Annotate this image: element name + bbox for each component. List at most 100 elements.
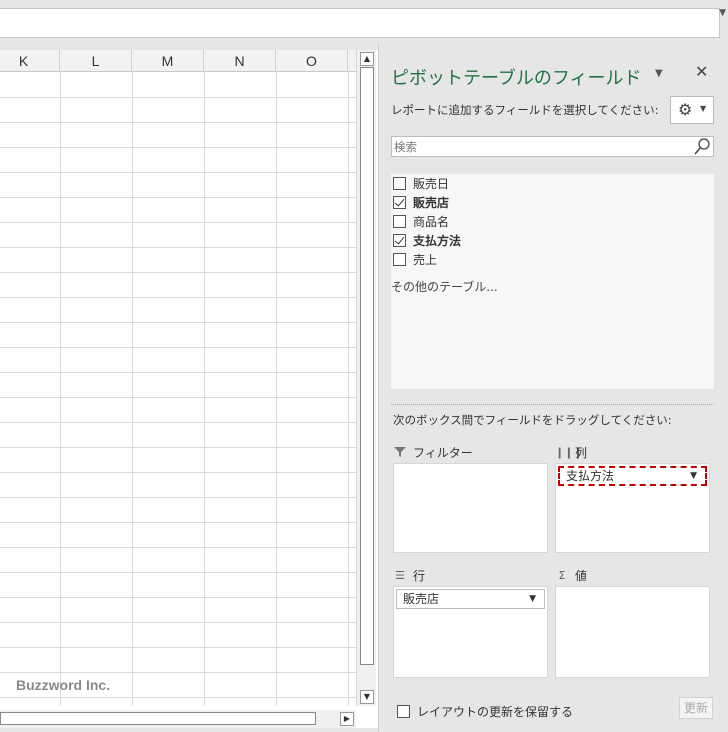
rows-icon: ☰ <box>395 568 405 582</box>
filter-icon <box>394 447 406 457</box>
horizontal-scrollbar[interactable]: ▶ <box>0 710 356 728</box>
pivot-field-pane: ピボットテーブルのフィールド ▼ ✕ レポートに追加するフィールドを選択してくだ… <box>378 42 728 732</box>
field-label: 販売店 <box>413 195 450 210</box>
filter-drop-zone[interactable] <box>393 463 548 553</box>
grid-line <box>0 172 356 173</box>
field-search <box>391 136 714 157</box>
column-header-p[interactable] <box>348 50 356 72</box>
vertical-scrollbar[interactable]: ▲ ▼ <box>356 50 376 706</box>
field-list: 販売日 販売店 商品名 支払方法 売上 その他のテーブル... <box>391 174 714 389</box>
drag-instructions: 次のボックス間でフィールドをドラッグしてください: <box>393 413 672 427</box>
scroll-down-icon[interactable]: ▼ <box>360 690 374 704</box>
sigma-icon: Σ <box>558 568 566 582</box>
grid-line <box>0 597 356 598</box>
tools-button[interactable]: ⚙ ▼ <box>670 96 714 124</box>
values-area-header: Σ 値 <box>555 564 710 586</box>
search-icon[interactable] <box>693 137 711 156</box>
field-item-product[interactable]: 商品名 <box>393 212 449 230</box>
grid-line <box>0 347 356 348</box>
grid-line <box>0 647 356 648</box>
pane-title: ピボットテーブルのフィールド <box>391 68 642 89</box>
scroll-up-icon[interactable]: ▲ <box>360 52 374 66</box>
field-item-payment[interactable]: 支払方法 <box>393 231 461 249</box>
update-button[interactable]: 更新 <box>679 697 713 719</box>
grid-line <box>0 397 356 398</box>
chevron-down-icon[interactable]: ▼ <box>529 590 536 608</box>
field-checkbox[interactable] <box>393 195 406 209</box>
column-header-n[interactable]: N <box>204 50 276 72</box>
column-header-label: L <box>91 53 100 69</box>
grid-line <box>0 622 356 623</box>
columns-area-header: ❙❙❙ 列 <box>555 441 710 463</box>
values-area: Σ 値 <box>555 564 710 678</box>
grid-line <box>0 372 356 373</box>
grid-line <box>204 72 205 706</box>
columns-drop-zone[interactable]: 支払方法 ▼ <box>555 463 710 553</box>
defer-update-label: レイアウトの更新を保留する <box>417 705 574 719</box>
grid-line <box>0 422 356 423</box>
pane-subtitle: レポートに追加するフィールドを選択してください: <box>391 103 659 117</box>
columns-area: ❙❙❙ 列 支払方法 ▼ <box>555 441 710 553</box>
grid-line <box>0 522 356 523</box>
rows-drop-zone[interactable]: 販売店 ▼ <box>393 586 548 678</box>
grid-line <box>276 72 277 706</box>
formula-expand-icon[interactable]: ▼ <box>719 8 726 18</box>
column-header-label: N <box>234 53 245 69</box>
rows-area: ☰ 行 販売店 ▼ <box>393 564 548 678</box>
field-checkbox[interactable] <box>393 233 406 247</box>
more-tables-link[interactable]: その他のテーブル... <box>391 278 498 295</box>
field-item-store[interactable]: 販売店 <box>393 193 449 211</box>
grid-line <box>0 297 356 298</box>
field-label: 支払方法 <box>413 233 462 248</box>
filter-area: フィルター <box>393 441 548 553</box>
column-header-label: K <box>18 53 29 69</box>
column-header-k[interactable]: K <box>0 50 60 72</box>
field-label: 商品名 <box>413 214 450 229</box>
grid-line <box>348 72 349 706</box>
area-label: フィルター <box>413 445 473 460</box>
rows-area-header: ☰ 行 <box>393 564 548 586</box>
defer-update-checkbox[interactable] <box>397 705 410 718</box>
column-field-chip[interactable]: 支払方法 ▼ <box>558 466 707 486</box>
vertical-scroll-thumb[interactable] <box>360 67 374 665</box>
column-header-m[interactable]: M <box>132 50 204 72</box>
grid-line <box>132 72 133 706</box>
column-header-label: M <box>161 53 174 69</box>
field-item-sales-date[interactable]: 販売日 <box>393 174 449 192</box>
grid-line <box>0 97 356 98</box>
divider <box>391 404 714 405</box>
field-label: 販売日 <box>413 176 450 191</box>
field-checkbox[interactable] <box>393 252 406 266</box>
close-icon[interactable]: ✕ <box>695 62 708 81</box>
status-strip <box>0 728 378 732</box>
column-header-l[interactable]: L <box>60 50 132 72</box>
scroll-right-icon[interactable]: ▶ <box>340 712 354 726</box>
chip-label: 支払方法 <box>566 469 615 483</box>
grid-line <box>0 697 356 698</box>
chevron-down-icon[interactable]: ▼ <box>690 468 697 484</box>
field-item-sales[interactable]: 売上 <box>393 250 437 268</box>
grid-line <box>0 272 356 273</box>
worksheet-grid[interactable]: K L M N O Buzzword Inc. <box>0 50 356 706</box>
search-input[interactable] <box>392 137 682 156</box>
column-header-o[interactable]: O <box>276 50 348 72</box>
grid-line <box>0 472 356 473</box>
grid-line <box>0 672 356 673</box>
horizontal-scroll-thumb[interactable] <box>0 712 316 725</box>
values-drop-zone[interactable] <box>555 586 710 678</box>
chip-label: 販売店 <box>403 592 440 606</box>
row-field-chip[interactable]: 販売店 ▼ <box>396 589 545 609</box>
defer-update-option[interactable]: レイアウトの更新を保留する <box>397 703 573 720</box>
columns-icon: ❙❙❙ <box>555 445 583 459</box>
gear-icon: ⚙ <box>678 100 693 119</box>
field-checkbox[interactable] <box>393 176 406 190</box>
field-checkbox[interactable] <box>393 214 406 228</box>
grid-line <box>0 547 356 548</box>
grid-line <box>60 72 61 706</box>
field-label: 売上 <box>413 252 438 267</box>
formula-bar[interactable] <box>0 8 720 38</box>
grid-line <box>0 222 356 223</box>
pane-options-chevron-icon[interactable]: ▼ <box>655 68 667 79</box>
grid-line <box>0 122 356 123</box>
grid-line <box>0 322 356 323</box>
